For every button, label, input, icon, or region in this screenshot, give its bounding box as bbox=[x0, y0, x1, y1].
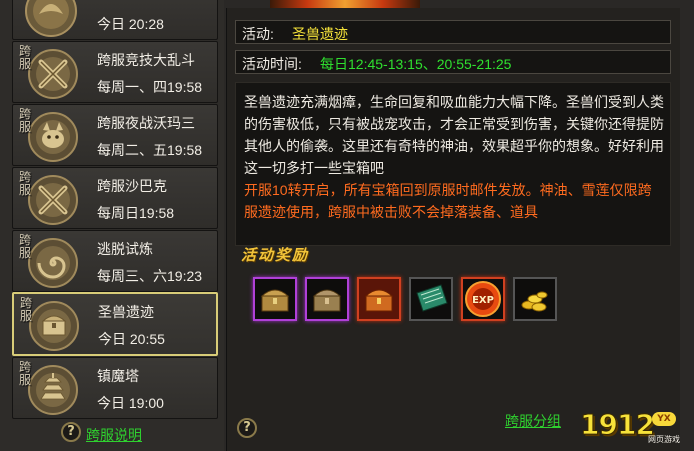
right-help-icon[interactable]: ? bbox=[237, 418, 257, 438]
event-list-panel: 今日 20:28 跨服 跨服竞技大乱斗 每周一、四19:58 跨服 跨服夜战沃玛… bbox=[0, 0, 224, 451]
activity-note: 开服10转开启，所有宝箱回到原服时邮件发放。神油、雪莲仅限跨服遗迹使用，跨服中被… bbox=[244, 182, 652, 220]
event-time: 今日 20:55 bbox=[98, 331, 165, 347]
kuafu-tag: 跨服 bbox=[19, 107, 32, 134]
activity-time-row: 活动时间: 每日12:45-13:15、20:55-21:25 bbox=[235, 50, 671, 74]
event-name: 跨服竞技大乱斗 bbox=[97, 52, 195, 68]
event-time: 每周日19:58 bbox=[97, 205, 175, 221]
event-name: 圣兽遗迹 bbox=[98, 304, 154, 320]
red-chest-icon[interactable] bbox=[357, 277, 401, 321]
event-item-shabak[interactable]: 跨服 跨服沙巴克 每周日19:58 bbox=[12, 167, 218, 229]
exp-orb-icon[interactable]: EXP bbox=[461, 277, 505, 321]
kuafu-tag: 跨服 bbox=[20, 296, 33, 323]
event-item-dragon[interactable]: 今日 20:28 bbox=[12, 0, 218, 40]
kuafu-tag: 跨服 bbox=[19, 360, 32, 387]
event-time: 今日 20:28 bbox=[97, 16, 164, 32]
svg-text:EXP: EXP bbox=[472, 295, 494, 306]
logo-subtitle: 网页游戏 bbox=[648, 435, 680, 444]
event-time: 每周二、五19:58 bbox=[97, 142, 203, 158]
kuafu-help-icon[interactable]: ? bbox=[61, 422, 81, 442]
purple-chest-icon[interactable] bbox=[305, 277, 349, 321]
activity-description: 圣兽遗迹充满烟瘴，生命回复和吸血能力大幅下降。圣兽们受到人类的伤害极低，只有被战… bbox=[244, 94, 664, 176]
logo-number: 1912 bbox=[580, 408, 656, 442]
title-banner bbox=[270, 0, 420, 8]
kuafu-group-link[interactable]: 跨服分组 bbox=[505, 411, 561, 431]
activity-description-box: 圣兽遗迹充满烟瘴，生命回复和吸血能力大幅下降。圣兽们受到人类的伤害极低，只有被战… bbox=[235, 82, 671, 246]
event-item-holy-beast-ruins[interactable]: 跨服 圣兽遗迹 今日 20:55 bbox=[12, 292, 218, 356]
activity-name-label: 活动: bbox=[242, 26, 274, 42]
event-name: 逃脱试炼 bbox=[97, 241, 153, 257]
purple-chest-icon[interactable] bbox=[253, 277, 297, 321]
activity-name-value: 圣兽遗迹 bbox=[292, 26, 348, 42]
event-name: 镇魔塔 bbox=[97, 368, 139, 384]
event-item-escape-trial[interactable]: 跨服 逃脱试炼 每周三、六19:23 bbox=[12, 230, 218, 292]
logo-badge: YX bbox=[652, 412, 676, 426]
activity-detail-panel: 活动: 圣兽遗迹 活动时间: 每日12:45-13:15、20:55-21:25… bbox=[226, 8, 680, 451]
event-time: 今日 19:00 bbox=[97, 395, 164, 411]
dragon-medal-icon bbox=[23, 0, 79, 38]
site-logo: 1912 YX 网页游戏 bbox=[580, 408, 690, 448]
event-time: 每周一、四19:58 bbox=[97, 79, 203, 95]
event-name: 跨服沙巴克 bbox=[97, 178, 167, 194]
reward-title: 活动奖励 bbox=[241, 246, 310, 264]
activity-name-row: 活动: 圣兽遗迹 bbox=[235, 20, 671, 44]
event-item-arena-brawl[interactable]: 跨服 跨服竞技大乱斗 每周一、四19:58 bbox=[12, 41, 218, 103]
activity-time-label: 活动时间: bbox=[242, 56, 302, 72]
event-item-demon-tower[interactable]: 跨服 镇魔塔 今日 19:00 bbox=[12, 357, 218, 419]
activity-time-value: 每日12:45-13:15、20:55-21:25 bbox=[320, 56, 512, 72]
gold-coins-icon[interactable] bbox=[513, 277, 557, 321]
kuafu-tag: 跨服 bbox=[19, 233, 32, 260]
kuafu-tag: 跨服 bbox=[19, 170, 32, 197]
event-name: 跨服夜战沃玛三 bbox=[97, 115, 195, 131]
kuafu-tag: 跨服 bbox=[19, 44, 32, 71]
book-icon[interactable] bbox=[409, 277, 453, 321]
event-time: 每周三、六19:23 bbox=[97, 268, 203, 284]
event-item-night-woma[interactable]: 跨服 跨服夜战沃玛三 每周二、五19:58 bbox=[12, 104, 218, 166]
kuafu-help-link[interactable]: 跨服说明 bbox=[86, 425, 142, 445]
